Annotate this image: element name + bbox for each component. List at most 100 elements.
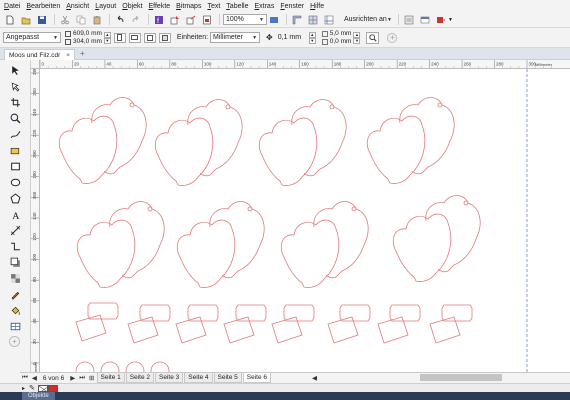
interactive-fill-tool[interactable]	[6, 304, 24, 317]
tag-pair-7[interactable]	[377, 304, 421, 344]
all-pages-button[interactable]	[143, 32, 156, 43]
page-height-field[interactable]: 304,0 mm	[73, 38, 102, 46]
objects-docker-tab[interactable]: Objekte	[22, 392, 55, 400]
mitten-pair-7[interactable]	[280, 201, 369, 288]
mitten-pair-2[interactable]	[154, 99, 243, 186]
next-page-icon[interactable]: ▶	[70, 374, 75, 382]
application-launcher-button[interactable]	[418, 14, 431, 26]
close-icon[interactable]: ×	[66, 52, 70, 59]
menu-objekt[interactable]: Objekt	[122, 3, 142, 10]
units-select[interactable]: Millimeter ▼	[210, 32, 261, 43]
import-button[interactable]	[168, 14, 181, 26]
eyedropper-tool[interactable]	[6, 288, 24, 301]
show-rulers-button[interactable]	[290, 14, 303, 26]
chevron-down-icon[interactable]: ▼	[448, 17, 453, 23]
add-toolbar-button[interactable]: +	[387, 32, 398, 43]
menu-bearbeiten[interactable]: Bearbeiten	[26, 3, 60, 10]
mitten-pair-8[interactable]	[392, 195, 481, 282]
tag-pair-4[interactable]	[223, 304, 267, 344]
page-tab-3[interactable]: Seite 3	[155, 373, 184, 383]
vertical-ruler[interactable]: 280 260 240 220 200 180 160 140 120 100 80 60 40 20 0 M…	[31, 69, 40, 383]
eyedropper-icon[interactable]: ✎	[29, 384, 35, 392]
welcome-screen-button[interactable]	[434, 14, 447, 26]
new-tab-button[interactable]: +	[80, 49, 85, 58]
parallel-dimension-tool[interactable]	[6, 224, 24, 237]
last-page-icon[interactable]: ⏭	[79, 374, 85, 382]
mitten-pair-4[interactable]	[366, 97, 455, 184]
connector-tool[interactable]	[6, 240, 24, 253]
nudge-stepper[interactable]: ▲ ▼	[308, 31, 316, 44]
new-button[interactable]	[3, 14, 16, 26]
document-tab[interactable]: Moos und Filz.cdr ×	[4, 49, 76, 60]
menu-bitmaps[interactable]: Bitmaps	[176, 3, 201, 10]
add-tool-button[interactable]: +	[9, 336, 20, 347]
tag-pair-5[interactable]	[271, 304, 315, 344]
smart-fill-tool[interactable]	[6, 144, 24, 157]
show-grid-button[interactable]	[306, 14, 319, 26]
transparency-tool[interactable]	[6, 272, 24, 285]
menu-fenster[interactable]: Fenster	[280, 3, 304, 10]
portrait-button[interactable]	[113, 32, 126, 43]
page-tab-1[interactable]: Seite 1	[96, 373, 125, 383]
first-page-icon[interactable]: ⏮	[22, 374, 28, 382]
previous-page-icon[interactable]: ◀	[32, 374, 37, 382]
page-width-field[interactable]: 609,0 mm	[73, 30, 102, 38]
menu-layout[interactable]: Layout	[95, 3, 116, 10]
zoom-level-select[interactable]: 100% ▼	[223, 14, 267, 25]
menu-tabelle[interactable]: Tabelle	[226, 3, 248, 10]
export-button[interactable]	[184, 14, 197, 26]
tag-pair-8[interactable]	[429, 304, 473, 344]
snap-to-dropdown[interactable]: Ausrichten an ▼	[341, 14, 395, 25]
scroll-left-icon[interactable]: ◀	[312, 374, 317, 382]
tag-pair-1[interactable]	[75, 302, 119, 342]
tag-pair-6[interactable]	[327, 304, 371, 344]
mitten-pair-5[interactable]	[76, 201, 165, 288]
horizontal-scrollbar-thumb[interactable]	[420, 374, 502, 381]
search-content-button[interactable]: f	[152, 14, 165, 26]
page-tab-5[interactable]: Seite 5	[213, 373, 242, 383]
shape-tool[interactable]	[6, 80, 24, 93]
copy-button[interactable]	[74, 14, 87, 26]
save-button[interactable]	[35, 14, 48, 26]
drawing-canvas[interactable]	[40, 69, 570, 375]
treat-as-filled-button[interactable]	[366, 31, 380, 44]
options-button[interactable]	[402, 14, 415, 26]
menu-text[interactable]: Text	[207, 3, 220, 10]
page-tab-4[interactable]: Seite 4	[184, 373, 213, 383]
nudge-distance-field[interactable]: 0,1 mm	[275, 32, 307, 43]
open-button[interactable]	[19, 14, 32, 26]
duplicate-y-field[interactable]: 0,0 mm	[330, 38, 352, 46]
ellipse-tool[interactable]	[6, 176, 24, 189]
menu-datei[interactable]: Datei	[4, 3, 20, 10]
menu-extras[interactable]: Extras	[254, 3, 274, 10]
crop-tool[interactable]	[6, 96, 24, 109]
paste-button[interactable]	[90, 14, 103, 26]
page-size-select[interactable]: Angepasst ▼	[3, 32, 61, 43]
tag-pair-3[interactable]	[175, 304, 219, 344]
dimension-stepper[interactable]: ▲ ▼	[103, 31, 111, 44]
outline-color-swatch[interactable]	[37, 384, 49, 393]
duplicate-x-field[interactable]: 5,0 mm	[330, 30, 352, 38]
menu-hilfe[interactable]: Hilfe	[310, 3, 324, 10]
page-tab-2[interactable]: Seite 2	[125, 373, 154, 383]
add-page-icon[interactable]: ⊞	[89, 374, 94, 382]
current-page-button[interactable]	[158, 32, 171, 43]
menu-ansicht[interactable]: Ansicht	[66, 3, 89, 10]
mesh-fill-tool[interactable]	[6, 320, 24, 333]
expand-icon[interactable]: ▸	[22, 385, 25, 392]
show-guides-button[interactable]	[322, 14, 335, 26]
mitten-pair-6[interactable]	[176, 201, 265, 288]
redo-button[interactable]	[129, 14, 142, 26]
landscape-button[interactable]	[128, 32, 141, 43]
tag-pair-2[interactable]	[127, 304, 171, 344]
publish-pdf-button[interactable]	[200, 14, 213, 26]
page-tab-6[interactable]: Seite 6	[242, 373, 271, 383]
mitten-pair-3[interactable]	[258, 99, 347, 186]
zoom-tool[interactable]	[6, 112, 24, 125]
pick-tool[interactable]	[6, 64, 24, 77]
undo-button[interactable]	[113, 14, 126, 26]
freehand-tool[interactable]	[6, 128, 24, 141]
duplicate-stepper[interactable]: ▲ ▼	[353, 31, 361, 44]
drop-shadow-tool[interactable]	[6, 256, 24, 269]
text-tool[interactable]: A	[6, 208, 24, 221]
